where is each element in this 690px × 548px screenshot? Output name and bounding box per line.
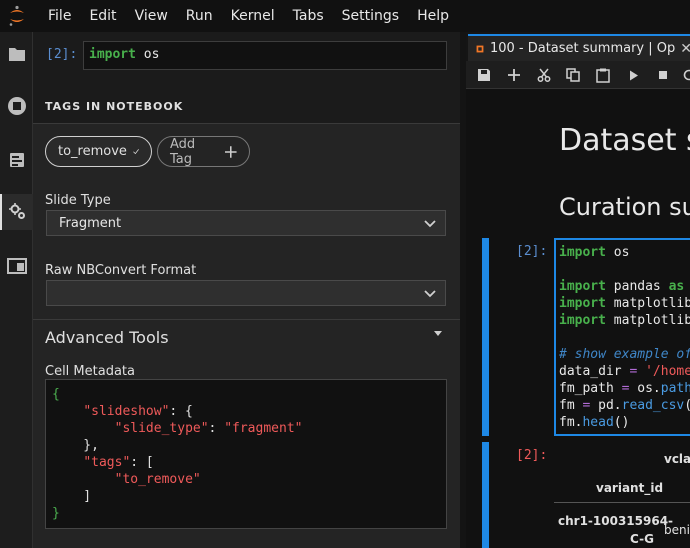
notebook-panel: 100 - Dataset summary | Op ✕ Dataset s C…: [466, 32, 690, 548]
folder-icon[interactable]: [0, 36, 33, 72]
table-divider: [554, 502, 690, 503]
slide-type-value: Fragment: [59, 215, 122, 231]
code-keyword: import: [89, 47, 136, 62]
tag-to-remove[interactable]: to_remove: [45, 136, 152, 167]
tabs-icon[interactable]: [0, 248, 33, 284]
advanced-tools-header[interactable]: Advanced Tools: [45, 328, 169, 347]
active-cell-indicator[interactable]: [482, 238, 489, 436]
section-divider: [33, 319, 460, 320]
chevron-down-icon: [424, 220, 436, 228]
tab-bar: 100 - Dataset summary | Op ✕: [466, 32, 690, 61]
tag-label: to_remove: [58, 144, 127, 159]
table-row-index-cont: C-G: [630, 532, 654, 546]
notebook-icon: [476, 45, 484, 52]
cell-output-prompt: [2]:: [516, 448, 548, 463]
add-tag-label: Add Tag: [170, 136, 196, 167]
chevron-down-icon: [424, 290, 436, 298]
run-icon[interactable]: [625, 66, 643, 84]
property-inspector-icon[interactable]: [0, 194, 33, 230]
property-inspector-panel: [2]: import os TAGS IN NOTEBOOK to_remov…: [33, 32, 460, 548]
cell-metadata-label: Cell Metadata: [45, 364, 135, 379]
active-cell-editor[interactable]: import os: [83, 41, 447, 70]
caret-down-icon[interactable]: [434, 331, 442, 337]
cell-metadata-editor[interactable]: { "slideshow": { "slide_type": "fragment…: [45, 379, 447, 529]
output-cell-indicator[interactable]: [482, 442, 489, 548]
code-text: os: [135, 47, 160, 62]
cell-input-prompt: [2]:: [516, 244, 548, 259]
check-icon: [133, 149, 139, 155]
stop-icon[interactable]: [654, 66, 672, 84]
menu-bar: File Edit View Run Kernel Tabs Settings …: [0, 0, 690, 32]
tab-title: 100 - Dataset summary | Op: [489, 41, 676, 56]
plus-icon[interactable]: [505, 66, 523, 84]
table-column-header: vclas: [664, 452, 690, 466]
menu-edit[interactable]: Edit: [80, 0, 125, 32]
table-row-index: chr1-100315964-: [558, 514, 674, 528]
raw-format-select[interactable]: [46, 280, 446, 306]
commands-icon[interactable]: [0, 142, 33, 178]
notebook-heading-1: Dataset s: [559, 123, 690, 158]
table-cell: benig: [664, 523, 690, 537]
slide-type-label: Slide Type: [45, 193, 111, 208]
running-icon[interactable]: [0, 88, 33, 124]
tags-section-title: TAGS IN NOTEBOOK: [45, 100, 184, 113]
notebook-body: Dataset s Curation su [2]: import os imp…: [466, 89, 690, 548]
cell-prompt: [2]:: [46, 47, 78, 62]
copy-icon[interactable]: [564, 66, 582, 84]
table-index-name: variant_id: [596, 481, 664, 495]
jupyter-logo-icon[interactable]: [0, 0, 34, 32]
menu-settings[interactable]: Settings: [333, 0, 408, 32]
close-icon[interactable]: ✕: [680, 41, 690, 57]
plus-icon: [225, 145, 237, 158]
menu-run[interactable]: Run: [177, 0, 222, 32]
notebook-heading-2: Curation su: [559, 193, 690, 221]
left-activity-bar: [0, 32, 33, 548]
restart-icon[interactable]: [680, 66, 690, 84]
menu-file[interactable]: File: [39, 0, 80, 32]
notebook-toolbar: [466, 61, 690, 89]
tags-section: to_remove Add Tag: [33, 124, 460, 194]
active-cell-preview: [2]: import os TAGS IN NOTEBOOK: [33, 32, 460, 124]
paste-icon[interactable]: [594, 66, 612, 84]
slide-type-select[interactable]: Fragment: [46, 210, 446, 236]
notebook-tab[interactable]: 100 - Dataset summary | Op ✕: [468, 34, 690, 61]
add-tag-button[interactable]: Add Tag: [157, 136, 250, 167]
menu-tabs[interactable]: Tabs: [284, 0, 333, 32]
menu-help[interactable]: Help: [408, 0, 458, 32]
raw-format-label: Raw NBConvert Format: [45, 263, 197, 278]
save-icon[interactable]: [475, 66, 493, 84]
menu-kernel[interactable]: Kernel: [222, 0, 284, 32]
menu-view[interactable]: View: [126, 0, 177, 32]
cut-icon[interactable]: [535, 66, 553, 84]
code-cell-editor[interactable]: import os import pandas as import matplo…: [554, 238, 690, 436]
